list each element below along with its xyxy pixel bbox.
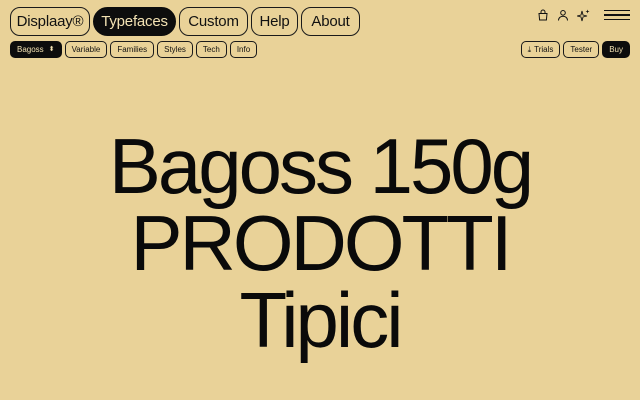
hero-specimen: Bagoss 150g PRODOTTI Tipici [0, 122, 640, 364]
sparkle-icon[interactable] [577, 9, 590, 22]
menu-icon[interactable] [604, 10, 630, 20]
main-nav: Displaay® Typefaces Custom Help About [10, 7, 360, 36]
sub-nav-actions: ⤓ Trials Tester Buy [520, 41, 630, 58]
nav-typefaces[interactable]: Typefaces [93, 7, 176, 36]
hero-line-3: Tipici [239, 276, 403, 364]
user-icon[interactable] [557, 9, 569, 21]
trials-button[interactable]: ⤓ Trials [520, 41, 561, 58]
nav-custom[interactable]: Custom [179, 7, 248, 36]
download-icon: ⤓ [527, 44, 532, 54]
tester-button[interactable]: Tester [563, 41, 600, 58]
sub-nav: Bagoss ⬍ Variable Families Styles Tech I… [10, 41, 258, 58]
tab-info[interactable]: Info [229, 41, 258, 58]
hero-line-1: Bagoss 150g [108, 122, 534, 210]
tab-families[interactable]: Families [110, 41, 155, 58]
buy-button[interactable]: Buy [602, 41, 630, 58]
brand-button[interactable]: Displaay® [10, 7, 90, 36]
font-select-label: Bagoss [17, 45, 44, 54]
header-icons [537, 8, 630, 22]
hero-line-2: PRODOTTI [130, 199, 513, 287]
sort-arrows-icon: ⬍ [48, 46, 55, 53]
tab-styles[interactable]: Styles [157, 41, 193, 58]
font-select[interactable]: Bagoss ⬍ [10, 41, 62, 58]
tab-tech[interactable]: Tech [195, 41, 227, 58]
tab-variable[interactable]: Variable [64, 41, 108, 58]
nav-help[interactable]: Help [251, 7, 298, 36]
bag-icon[interactable] [537, 9, 549, 21]
trials-label: Trials [534, 45, 554, 54]
nav-about[interactable]: About [301, 7, 360, 36]
page: Displaay® Typefaces Custom Help About Ba… [0, 0, 640, 400]
